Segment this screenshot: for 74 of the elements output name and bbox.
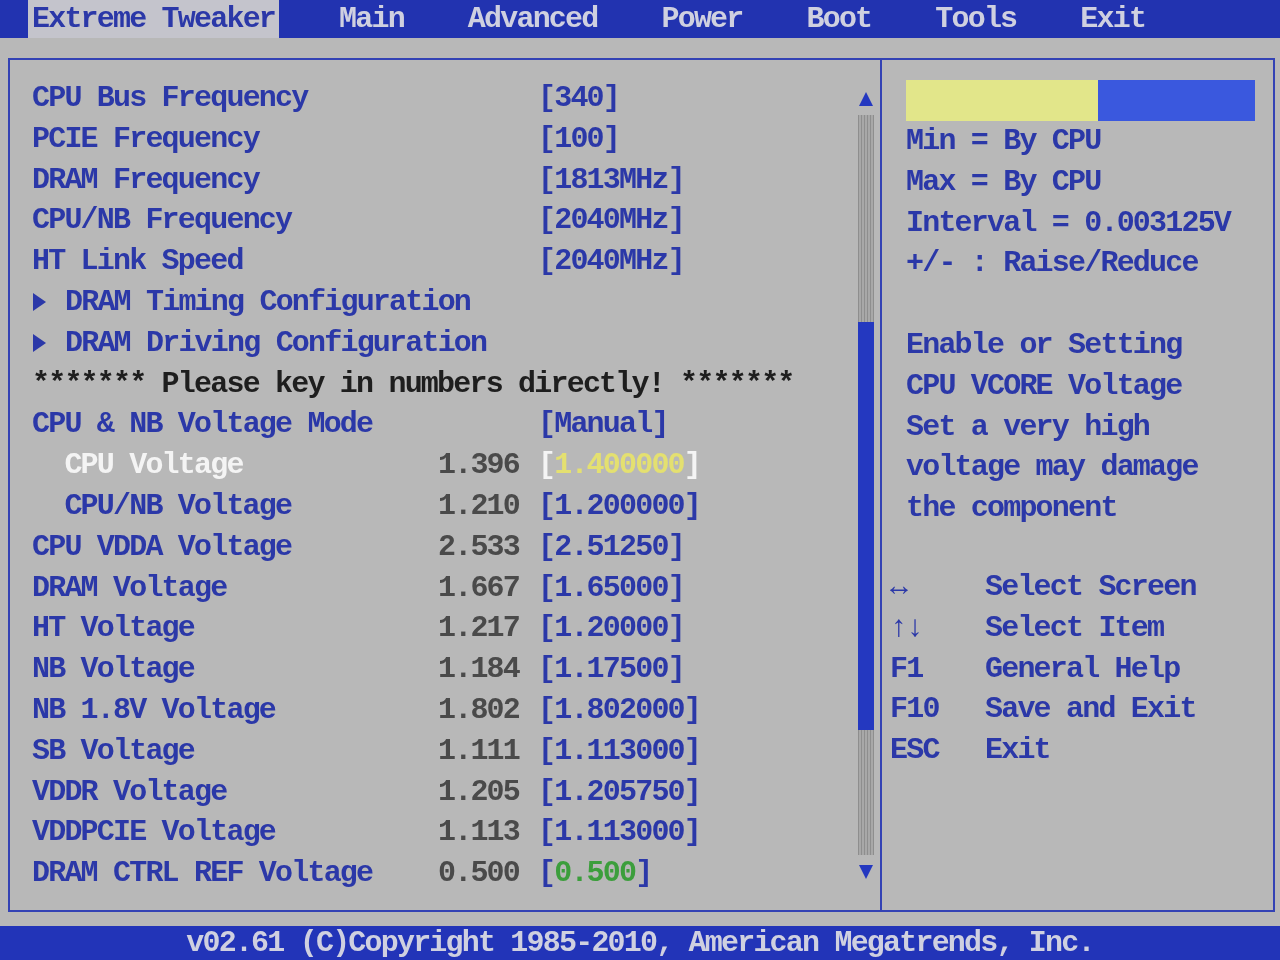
key-label: F1 xyxy=(890,650,923,688)
setting-value[interactable]: [1.20000] xyxy=(538,608,684,650)
help-line: Interval = 0.003125V xyxy=(906,204,1231,242)
setting-label[interactable]: DRAM Voltage xyxy=(32,567,227,609)
setting-value[interactable]: [1.802000] xyxy=(538,689,701,731)
help-line: +/- : Raise/Reduce xyxy=(906,245,1198,283)
setting-value[interactable]: [340] xyxy=(538,78,619,119)
setting-label[interactable]: SB Voltage xyxy=(32,730,195,772)
copyright-text: v02.61 (C)Copyright 1985-2010, American Megatrends, Inc. xyxy=(186,926,1094,960)
setting-label[interactable]: NB 1.8V Voltage xyxy=(32,689,276,731)
voltage-reading: 1.111 xyxy=(438,732,519,770)
help-line: Min = By CPU xyxy=(906,123,1101,160)
voltage-reading: 0.500 xyxy=(438,855,519,893)
scroll-down-icon[interactable] xyxy=(859,865,873,879)
setting-label[interactable]: CPU & NB Voltage Mode xyxy=(32,404,373,446)
menu-tab[interactable]: Boot xyxy=(802,0,876,38)
setting-value[interactable]: [1.113000] xyxy=(538,730,701,772)
triangle-right-icon xyxy=(33,293,46,312)
setting-label[interactable]: CPU/NB Voltage xyxy=(32,485,292,527)
setting-label[interactable]: VDDPCIE Voltage xyxy=(32,812,276,854)
help-description: Enable or Setting CPU VCORE Voltage Set a very high voltage may damage the component xyxy=(906,327,1199,528)
key-action: Select Item xyxy=(985,609,1164,647)
help-line: Max = By CPU xyxy=(906,163,1101,201)
setting-value[interactable]: [1813MHz] xyxy=(538,159,684,201)
key-action: Save and Exit xyxy=(985,691,1196,729)
setting-value[interactable]: [2.51250] xyxy=(538,526,684,568)
voltage-reading: 1.396 xyxy=(438,447,519,485)
voltage-reading: 1.217 xyxy=(438,610,519,648)
setting-label[interactable]: VDDR Voltage xyxy=(32,771,227,813)
setting-value[interactable]: [2040MHz] xyxy=(538,241,684,282)
voltage-reading: 1.113 xyxy=(438,814,519,852)
setting-label[interactable]: DRAM Frequency xyxy=(32,159,259,201)
scrollbar-thumb[interactable] xyxy=(858,322,874,730)
setting-label[interactable]: HT Voltage xyxy=(32,608,195,650)
key-action: Select Screen xyxy=(985,568,1196,606)
voltage-reading: 1.205 xyxy=(438,773,519,811)
voltage-reading: 1.210 xyxy=(438,487,519,525)
voltage-reading: 1.667 xyxy=(438,569,519,607)
notice-text: ******* Please key in numbers directly! ******* xyxy=(32,365,794,403)
key-label: ↑↓ xyxy=(890,609,923,647)
setting-value[interactable]: [2040MHz] xyxy=(538,200,684,242)
menu-tab[interactable]: Advanced xyxy=(463,0,602,38)
key-action: Exit xyxy=(985,732,1050,770)
key-label: ↔ xyxy=(890,568,907,606)
menu-tab[interactable]: Exit xyxy=(1076,0,1150,38)
voltage-reading: 1.802 xyxy=(438,691,519,729)
menu-tab[interactable]: Extreme Tweaker xyxy=(28,0,280,38)
setting-value[interactable]: [Manual] xyxy=(538,404,668,446)
submenu-item[interactable]: DRAM Driving Configuration xyxy=(32,322,487,364)
setting-value[interactable]: [0.500] xyxy=(538,853,652,894)
triangle-right-icon xyxy=(33,334,46,353)
setting-label[interactable]: CPU VDDA Voltage xyxy=(32,526,292,568)
setting-label[interactable]: DRAM CTRL REF Voltage xyxy=(32,853,373,894)
voltage-reading: 1.184 xyxy=(438,651,519,689)
setting-value[interactable]: [100] xyxy=(538,118,619,160)
setting-value[interactable]: [1.113000] xyxy=(538,812,701,854)
submenu-item[interactable]: DRAM Timing Configuration xyxy=(32,282,471,323)
setting-value[interactable]: [1.65000] xyxy=(538,567,684,609)
setting-label[interactable]: NB Voltage xyxy=(32,649,195,690)
menu-tab[interactable]: Tools xyxy=(931,0,1021,38)
scroll-up-icon[interactable] xyxy=(859,92,873,106)
setting-label[interactable]: HT Link Speed xyxy=(32,241,243,282)
key-action: General Help xyxy=(985,650,1180,688)
key-label: F10 xyxy=(890,691,939,729)
voltage-reading: 2.533 xyxy=(438,528,519,566)
setting-value[interactable]: [1.17500] xyxy=(538,649,684,690)
menu-tab[interactable]: Main xyxy=(335,0,408,38)
setting-label[interactable]: PCIE Frequency xyxy=(32,118,259,160)
setting-label[interactable]: CPU/NB Frequency xyxy=(32,200,292,242)
setting-value[interactable]: [1.205750] xyxy=(538,771,701,813)
menu-tab[interactable]: Power xyxy=(657,0,747,38)
setting-label[interactable]: CPU Bus Frequency xyxy=(32,78,308,119)
setting-value[interactable]: [1.200000] xyxy=(538,485,701,527)
key-label: ESC xyxy=(890,732,939,770)
